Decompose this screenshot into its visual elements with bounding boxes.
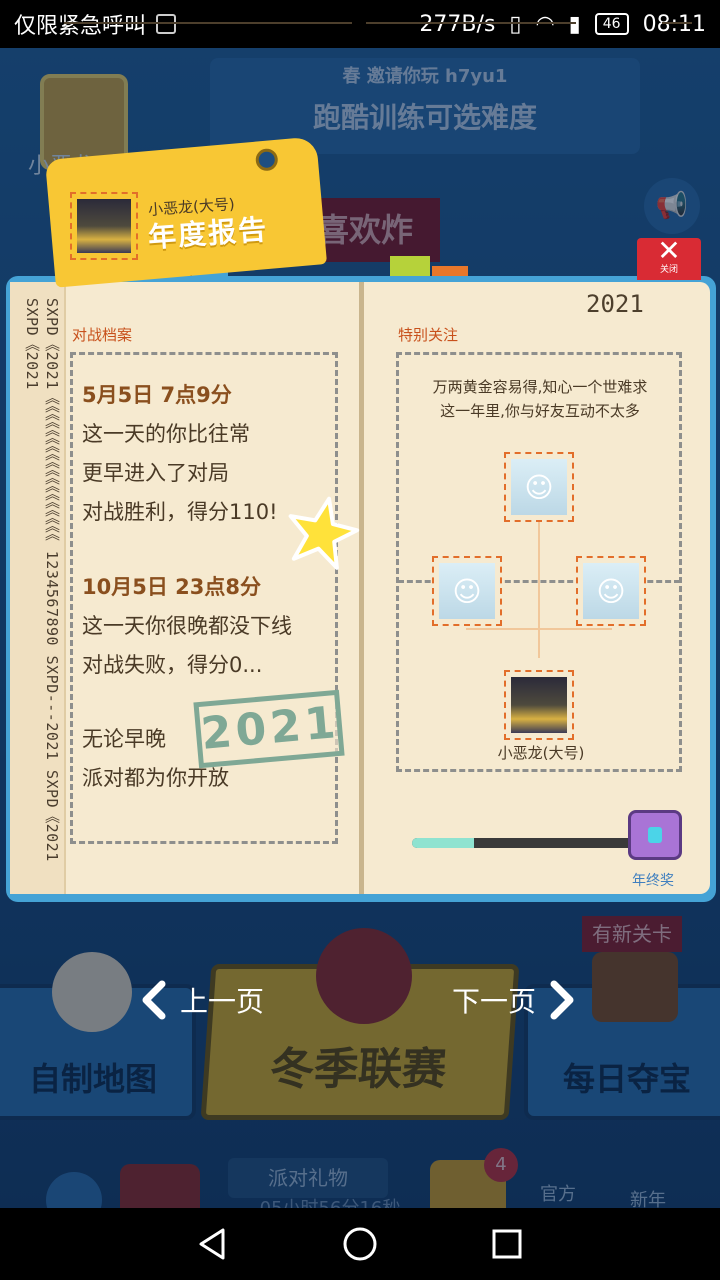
sim-icon: ▮ <box>568 11 581 37</box>
connector-line <box>466 628 612 630</box>
tear-strip: SXPD《2021《《《《《《《《《《《《《《《《《《 1234567890 S… <box>10 282 66 894</box>
year-end-chest-icon[interactable] <box>628 810 682 860</box>
progress-fill <box>412 838 475 848</box>
story-date-early: 5月5日 7点9分 <box>82 383 232 407</box>
star-icon <box>288 496 360 570</box>
prev-page-button[interactable]: 上一页 <box>138 980 264 1020</box>
friend-avatar[interactable]: ☺ <box>504 452 574 522</box>
year-end-progress-bar <box>410 836 636 850</box>
story-block-early: 5月5日 7点9分 这一天的你比往常 更早进入了对局 对战胜利，得分110! <box>82 376 278 532</box>
story-date-late: 10月5日 23点8分 <box>82 575 261 599</box>
friend-avatar[interactable]: ☺ <box>576 556 646 626</box>
friend-placeholder-icon: ☺ <box>439 563 495 619</box>
my-avatar[interactable] <box>504 670 574 740</box>
home-icon[interactable] <box>342 1226 378 1262</box>
friend-placeholder-icon: ☺ <box>583 563 639 619</box>
report-year: 2021 <box>586 290 644 318</box>
network-speed: 277B/s <box>419 11 496 37</box>
prev-page-label: 上一页 <box>180 985 265 1018</box>
story-line: 对战失败，得分0... <box>82 653 263 677</box>
right-top-rule-end <box>662 22 692 24</box>
chevron-left-icon <box>142 980 166 1020</box>
right-top-rule <box>366 22 576 24</box>
player-photo <box>77 199 131 253</box>
my-name: 小恶龙(大号) <box>497 744 585 762</box>
carrier-text: 仅限紧急呼叫 <box>14 14 147 39</box>
year-stamp: 2021 <box>193 689 345 769</box>
quote-line-1: 万两黄金容易得,知心一个世难求 <box>432 378 648 396</box>
battery-icon: 46 <box>594 13 629 35</box>
story-line: 这一天你很晚都没下线 <box>82 614 292 638</box>
story-block-late: 10月5日 23点8分 这一天你很晚都没下线 对战失败，得分0... <box>82 568 292 685</box>
tag-avatar <box>70 192 138 260</box>
close-button[interactable]: ✕ 关闭 <box>637 234 701 280</box>
friend-placeholder-icon: ☺ <box>511 459 567 515</box>
friend-avatar[interactable]: ☺ <box>432 556 502 626</box>
lock-icon <box>648 827 662 843</box>
story-line: 更早进入了对局 <box>82 461 229 485</box>
quote-line-2: 这一年里,你与好友互动不太多 <box>440 402 640 420</box>
back-icon[interactable] <box>195 1226 231 1262</box>
next-page-label: 下一页 <box>452 985 537 1018</box>
year-end-reward-label: 年终奖 <box>632 873 674 889</box>
image-notification-icon <box>156 14 177 34</box>
status-bar: 仅限紧急呼叫 277B/s ▯ ◠ ▮ 46 08:11 <box>0 0 720 48</box>
player-photo <box>511 677 567 733</box>
story-line: 对战胜利，得分110! <box>82 500 278 524</box>
recents-icon[interactable] <box>489 1226 525 1262</box>
close-label: 关闭 <box>659 265 678 275</box>
battle-archive-label: 对战档案 <box>72 326 133 344</box>
close-icon: ✕ <box>657 234 681 267</box>
left-top-rule <box>64 22 352 24</box>
next-page-button[interactable]: 下一页 <box>452 980 578 1020</box>
tag-hole <box>254 147 279 172</box>
vertical-code-text: SXPD《2021《《《《《《《《《《《《《《《《《《 1234567890 S… <box>23 298 61 862</box>
system-nav-bar <box>0 1208 720 1280</box>
chevron-right-icon <box>550 980 574 1020</box>
wifi-icon: ◠ <box>535 11 555 37</box>
story-line: 这一天的你比往常 <box>82 422 250 446</box>
clock: 08:11 <box>642 11 706 37</box>
report-title: 年度报告 <box>147 212 270 255</box>
connector-line <box>538 522 540 658</box>
special-attention-label: 特别关注 <box>398 326 459 344</box>
vibrate-icon: ▯ <box>509 11 522 37</box>
